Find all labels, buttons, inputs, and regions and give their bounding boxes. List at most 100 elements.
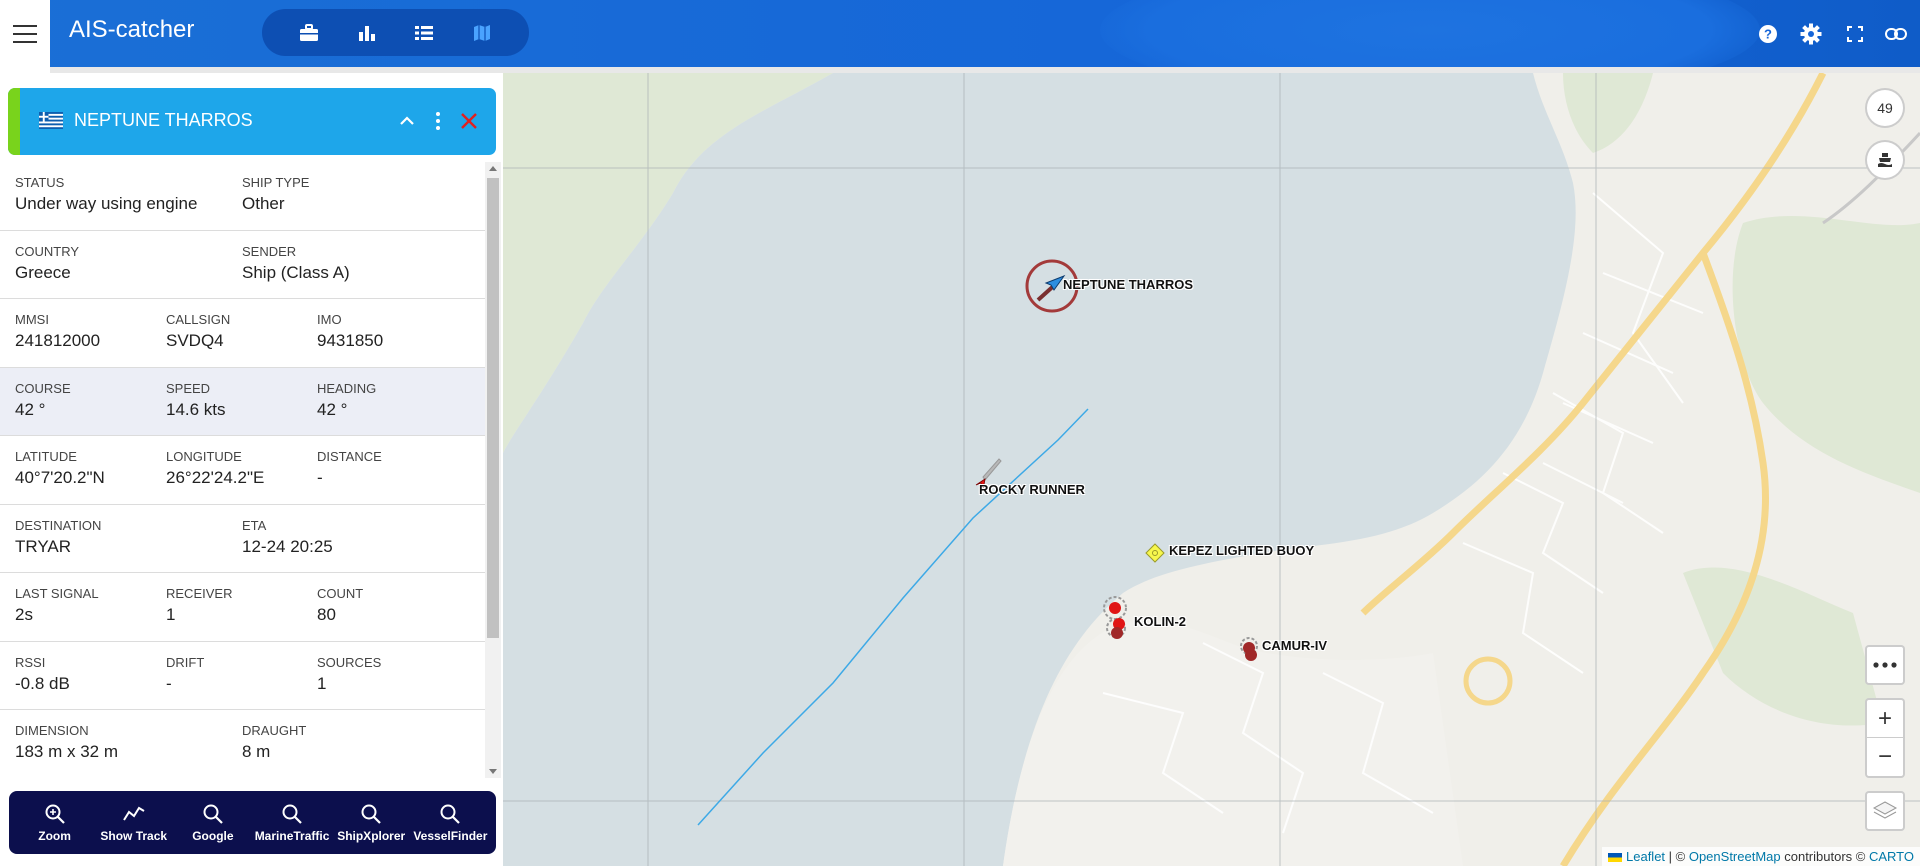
course-label: COURSE [15, 380, 71, 396]
top-header: AIS-catcher ? [0, 0, 1920, 67]
shipxplorer-button[interactable]: ShipXplorer [332, 803, 410, 843]
marinetraffic-button[interactable]: MarineTraffic [253, 803, 331, 843]
sources-label: SOURCES [317, 654, 382, 670]
tab-stations[interactable] [289, 13, 329, 53]
show-track-button[interactable]: Show Track [95, 803, 173, 843]
imo-label: IMO [317, 312, 342, 327]
lastsignal-cell: LAST SIGNAL 2s [15, 573, 166, 641]
link-icon [1885, 28, 1907, 40]
zoom-out-button[interactable]: − [1867, 738, 1903, 776]
dimension-value: 183 m x 32 m [15, 742, 118, 761]
vessel-label-camur-iv[interactable]: CAMUR-IV [1262, 638, 1327, 653]
leaflet-link[interactable]: Leaflet [1626, 849, 1665, 864]
ship-count-button[interactable]: 49 [1865, 88, 1905, 128]
latitude-cell: LATITUDE 40°7'20.2"N [15, 436, 166, 504]
settings-button[interactable] [1799, 22, 1823, 46]
center-station-button[interactable] [1865, 140, 1905, 180]
tab-list[interactable] [404, 13, 444, 53]
attribution-contrib: contributors © [1780, 849, 1869, 864]
help-button[interactable]: ? [1756, 22, 1780, 46]
longitude-value: 26°22'24.2"E [166, 468, 265, 487]
info-row: DESTINATION TRYAR ETA 12-24 20:25 [0, 505, 485, 573]
vessel-label-rocky-runner[interactable]: ROCKY RUNNER [979, 482, 1085, 497]
drift-cell: DRIFT - [166, 642, 317, 710]
dimension-label: DIMENSION [15, 723, 89, 738]
eta-cell: ETA 12-24 20:25 [242, 505, 469, 573]
callsign-cell: CALLSIGN SVDQ4 [166, 299, 317, 367]
scroll-thumb[interactable] [487, 178, 499, 638]
speed-label: SPEED [166, 380, 211, 396]
vessel-info-list: STATUS Under way using engine SHIP TYPE … [0, 162, 485, 778]
map-base [503, 73, 1920, 866]
link-button[interactable] [1884, 22, 1908, 46]
marinetraffic-label: MarineTraffic [254, 828, 330, 843]
distance-cell: DISTANCE - [317, 436, 468, 504]
vesselfinder-button[interactable]: VesselFinder [411, 803, 489, 843]
layers-icon [1872, 801, 1898, 819]
shiptype-cell: SHIP TYPE Other [242, 162, 469, 230]
attribution-sep: | © [1665, 849, 1689, 864]
menu-bar [13, 32, 37, 35]
sources-cell: SOURCES 1 [317, 642, 468, 710]
collapse-button[interactable] [394, 108, 420, 134]
close-button[interactable] [456, 108, 482, 134]
vessel-type-accent [8, 88, 20, 155]
zoom-in-button[interactable]: + [1867, 700, 1903, 738]
map-view[interactable]: NEPTUNE THARROS ROCKY RUNNER KEPEZ LIGHT… [503, 73, 1920, 866]
fullscreen-icon [1847, 26, 1863, 42]
info-scrollbar[interactable] [485, 162, 501, 778]
carto-link[interactable]: CARTO [1869, 849, 1914, 864]
scroll-up-arrow[interactable] [489, 166, 497, 171]
more-map-options-button[interactable] [1865, 645, 1905, 685]
imo-value: 9431850 [317, 331, 384, 350]
more-options-button[interactable] [425, 108, 451, 134]
chevron-up-icon [400, 116, 414, 125]
latitude-label: LATITUDE [15, 449, 77, 464]
zoom-button[interactable]: Zoom [16, 803, 94, 843]
fullscreen-button[interactable] [1843, 22, 1867, 46]
ship-icon [1878, 153, 1892, 167]
buoy-marker[interactable] [1145, 543, 1165, 563]
tab-map[interactable] [462, 13, 502, 53]
bar-chart-icon [358, 25, 375, 41]
zoom-label: Zoom [38, 828, 71, 843]
eta-label: ETA [242, 517, 267, 533]
sources-value: 1 [317, 673, 327, 693]
heading-label: HEADING [317, 380, 377, 396]
svg-text:?: ? [1764, 27, 1772, 42]
show-track-label: Show Track [100, 828, 168, 843]
scroll-down-arrow[interactable] [489, 769, 497, 774]
longitude-label: LONGITUDE [166, 449, 242, 464]
speed-cell: SPEED 14.6 kts [166, 368, 317, 436]
gear-icon [1800, 23, 1822, 45]
shiptype-value: Other [242, 194, 285, 213]
greece-flag-icon [39, 112, 63, 129]
callsign-label: CALLSIGN [166, 312, 231, 327]
view-tabs [262, 9, 529, 56]
ship-count: 49 [1877, 100, 1893, 116]
menu-button[interactable] [0, 0, 50, 67]
google-label: Google [192, 828, 234, 843]
vessel-marker-kolin-2[interactable] [1101, 593, 1137, 643]
vessel-label-neptune[interactable]: NEPTUNE THARROS [1063, 277, 1193, 292]
layers-button[interactable] [1865, 791, 1905, 831]
country-label: COUNTRY [15, 243, 80, 259]
buoy-label-kepez[interactable]: KEPEZ LIGHTED BUOY [1169, 543, 1314, 558]
heading-cell: HEADING 42 ° [317, 368, 468, 436]
google-button[interactable]: Google [174, 803, 252, 843]
draught-label: DRAUGHT [242, 723, 307, 738]
shiptype-label: SHIP TYPE [242, 175, 310, 190]
destination-value: TRYAR [15, 536, 72, 556]
vessel-label-kolin-2[interactable]: KOLIN-2 [1134, 614, 1186, 629]
osm-link[interactable]: OpenStreetMap [1689, 849, 1781, 864]
heading-value: 42 ° [317, 399, 348, 419]
info-row: DIMENSION 183 m x 32 m DRAUGHT 8 m [0, 710, 485, 778]
tab-statistics[interactable] [347, 13, 387, 53]
vessel-marker-camur-iv[interactable] [1237, 635, 1261, 667]
vessel-header: NEPTUNE THARROS [8, 88, 496, 155]
zoom-in-icon [45, 804, 65, 824]
ukraine-flag-icon [1608, 853, 1623, 863]
country-value: Greece [15, 262, 71, 282]
sender-label: SENDER [242, 243, 297, 259]
draught-value: 8 m [242, 742, 271, 761]
